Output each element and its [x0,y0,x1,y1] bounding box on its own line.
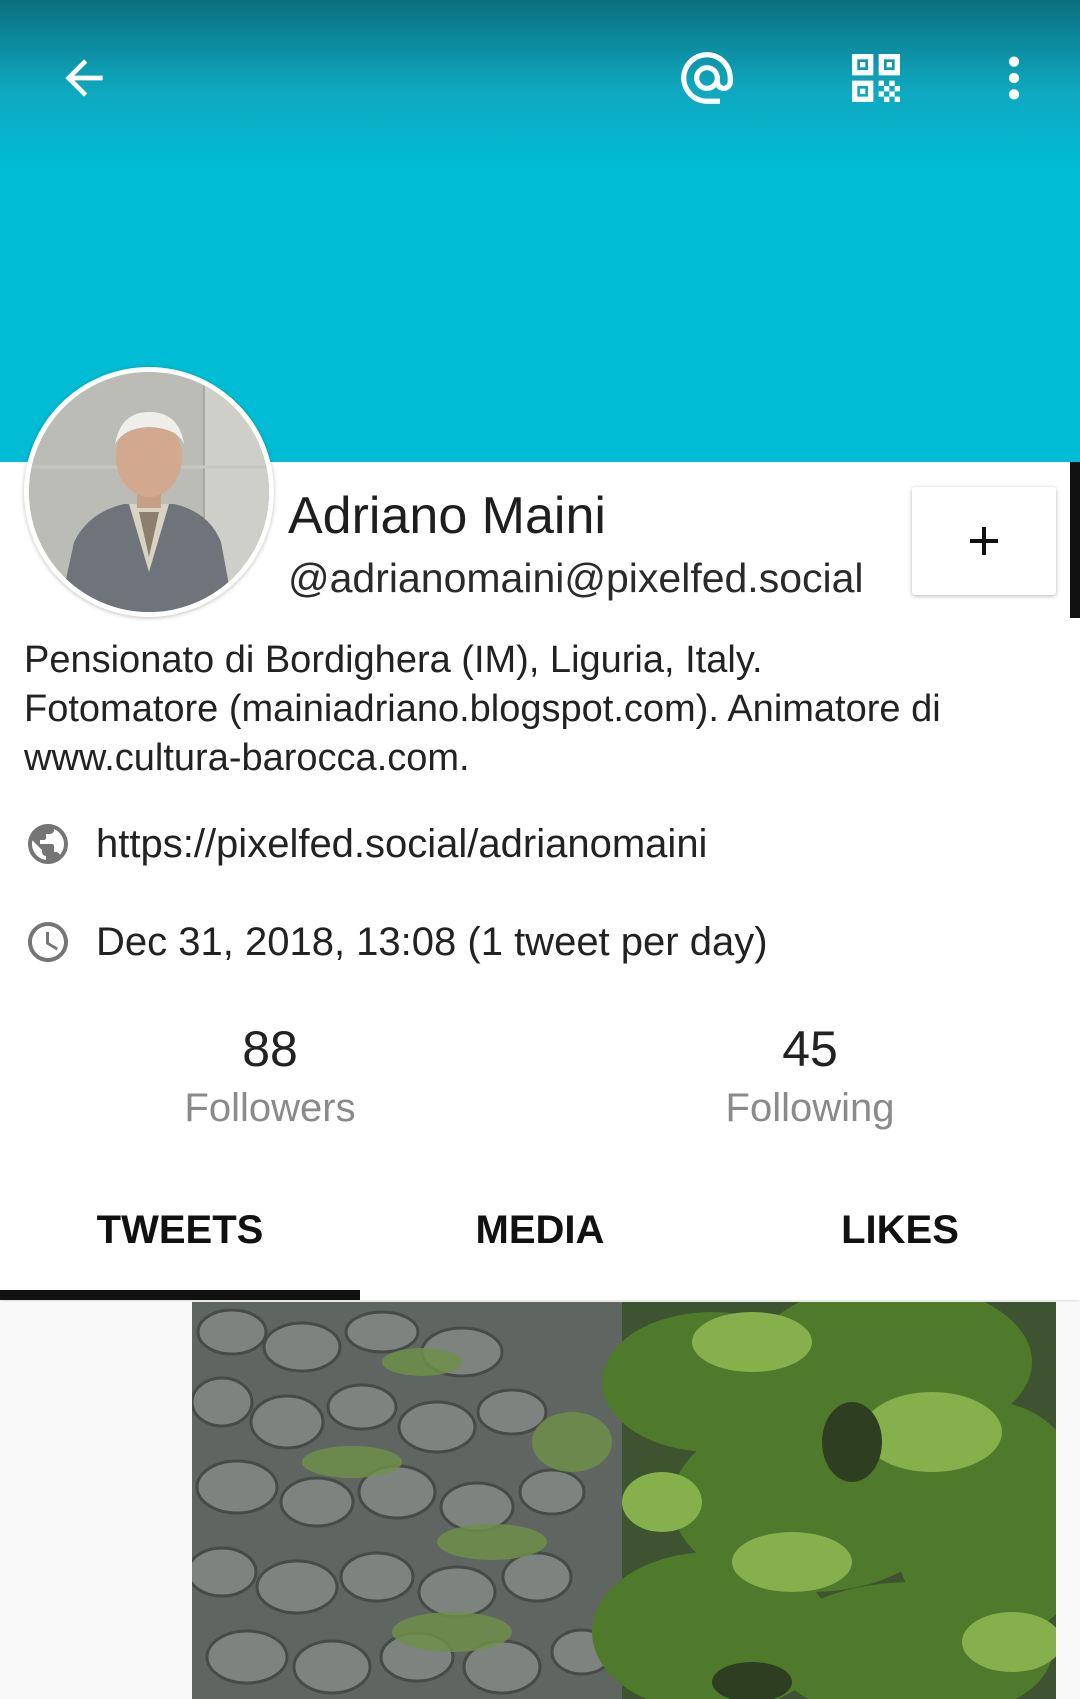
profile-bio: Pensionato di Bordighera (IM), Liguria, … [24,636,1064,783]
more-vertical-icon [1008,56,1020,100]
profile-tabs: TWEETS MEDIA LIKES [0,1170,1080,1300]
joined-date-row: Dec 31, 2018, 13:08 (1 tweet per day) [24,918,768,966]
following-label: Following [725,1086,895,1130]
followers-label: Followers [184,1086,356,1130]
at-sign-icon [681,52,733,104]
bio-line: Fotomatore (mainiadriano.blogspot.com). … [24,688,941,730]
bio-line: Pensionato di Bordighera (IM), Liguria, … [24,639,763,681]
account-handle: @adrianomaini@pixelfed.social [288,555,864,601]
clock-icon [24,918,72,966]
followers-stat[interactable]: 88 Followers [90,1020,450,1131]
profile-url-row[interactable]: https://pixelfed.social/adrianomaini [24,820,707,868]
follow-button[interactable] [912,487,1056,595]
profile-url-link[interactable]: https://pixelfed.social/adrianomaini [96,822,707,867]
qr-code-button[interactable] [828,30,924,126]
bio-line: www.cultura-barocca.com. [24,737,470,779]
selected-tab-indicator [0,1290,360,1300]
followers-count: 88 [242,1021,298,1077]
arrow-left-icon [65,59,103,97]
avatar[interactable] [24,367,274,617]
edge-scroll-indicator [1070,462,1080,618]
qr-code-icon [852,54,900,102]
following-count: 45 [782,1021,838,1077]
tab-media[interactable]: MEDIA [360,1170,720,1300]
more-options-button[interactable] [966,30,1062,126]
tab-likes[interactable]: LIKES [720,1170,1080,1300]
following-stat[interactable]: 45 Following [630,1020,990,1131]
tab-tweets[interactable]: TWEETS [0,1170,360,1300]
joined-date-text: Dec 31, 2018, 13:08 (1 tweet per day) [96,919,768,964]
plus-icon [970,527,998,555]
avatar-image [29,372,269,612]
back-button[interactable] [36,30,132,126]
tweet-media-image[interactable] [192,1302,1056,1699]
globe-icon [24,820,72,868]
mention-button[interactable] [659,30,755,126]
display-name: Adriano Maini [288,487,606,545]
